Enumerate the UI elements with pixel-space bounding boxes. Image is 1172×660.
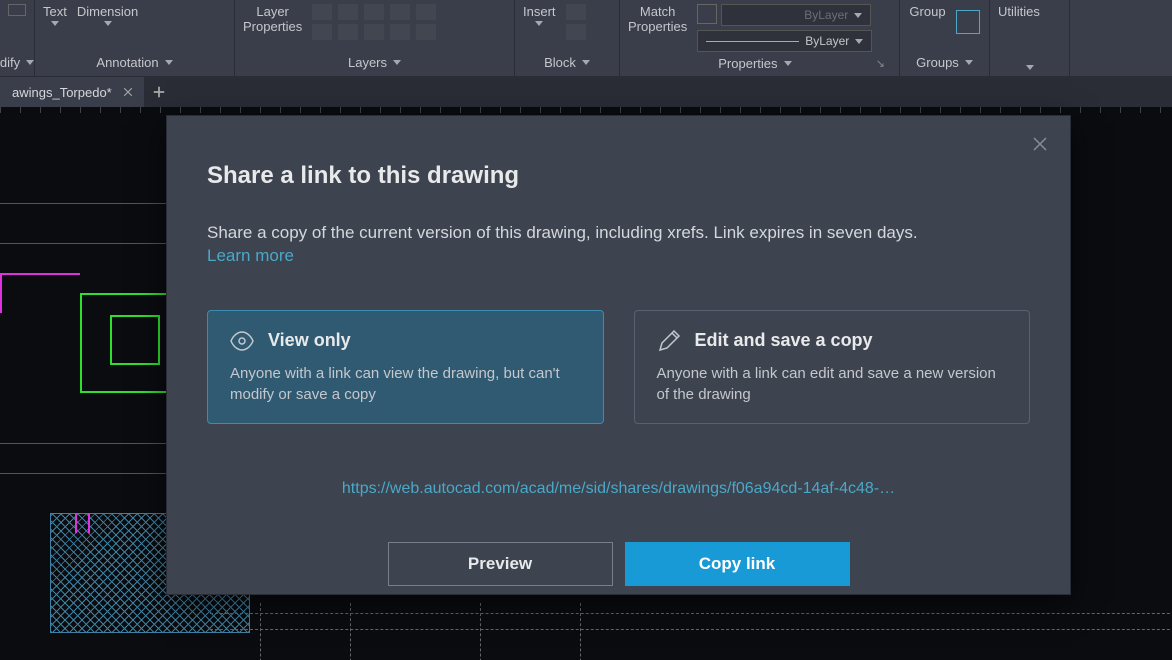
ribbon-panel-properties: Match Properties ByLayer ByLayer Propert…: [620, 0, 900, 76]
close-button[interactable]: [1030, 134, 1050, 154]
share-dialog: Share a link to this drawing Share a cop…: [166, 115, 1071, 595]
group-button[interactable]: Group: [909, 4, 945, 19]
text-button[interactable]: Text: [43, 4, 67, 26]
ribbon-panel-utilities: Utilities: [990, 0, 1070, 76]
chevron-down-icon: [854, 13, 862, 18]
layers-panel-label[interactable]: Layers: [243, 51, 506, 76]
view-only-option[interactable]: View only Anyone with a link can view th…: [207, 310, 604, 424]
groups-panel-label[interactable]: Groups: [908, 51, 981, 76]
edit-copy-option[interactable]: Edit and save a copy Anyone with a link …: [634, 310, 1031, 424]
utilities-label: Utilities: [998, 4, 1040, 19]
chevron-down-icon: [165, 60, 173, 65]
file-tab[interactable]: awings_Torpedo*: [0, 77, 144, 107]
match-properties-button[interactable]: Match Properties: [628, 4, 687, 34]
learn-more-link[interactable]: Learn more: [207, 246, 294, 265]
layer-tool-icons[interactable]: [312, 4, 438, 42]
dialog-description: Share a copy of the current version of t…: [207, 220, 1030, 246]
linetype-dropdown[interactable]: ByLayer: [697, 30, 872, 52]
ribbon-panel-modify: dify: [0, 0, 35, 76]
option-description: Anyone with a link can edit and save a n…: [657, 363, 1008, 405]
preview-button[interactable]: Preview: [388, 542, 613, 586]
eye-icon: [230, 329, 254, 353]
chevron-down-icon: [784, 61, 792, 66]
block-tool-icon[interactable]: [566, 24, 586, 40]
ribbon-panel-layers: Layer Properties Layers: [235, 0, 515, 76]
option-title: Edit and save a copy: [695, 330, 873, 351]
dialog-title: Share a link to this drawing: [207, 162, 1030, 190]
chevron-down-icon: [965, 60, 973, 65]
new-tab-button[interactable]: [144, 77, 174, 107]
share-options: View only Anyone with a link can view th…: [207, 310, 1030, 424]
properties-panel-label[interactable]: Properties ↘: [628, 52, 891, 77]
file-tab-bar: awings_Torpedo*: [0, 77, 1172, 107]
ribbon-panel-annotation: Text Dimension Annotation: [35, 0, 235, 76]
share-url[interactable]: https://web.autocad.com/acad/me/sid/shar…: [207, 480, 1030, 498]
chevron-down-icon: [51, 21, 59, 26]
ribbon-panel-groups: Group Groups: [900, 0, 990, 76]
file-tab-label: awings_Torpedo*: [12, 85, 112, 100]
option-description: Anyone with a link can view the drawing,…: [230, 363, 581, 405]
group-select-icon[interactable]: [956, 10, 980, 34]
close-icon[interactable]: [120, 84, 136, 100]
utilities-panel-label[interactable]: [998, 61, 1061, 76]
insert-button[interactable]: Insert: [523, 4, 556, 26]
modal-overlay: Share a link to this drawing Share a cop…: [0, 107, 1172, 660]
chevron-down-icon: [1026, 65, 1034, 70]
annotation-panel-label[interactable]: Annotation: [43, 51, 226, 76]
modify-icon[interactable]: [8, 4, 26, 16]
copy-link-button[interactable]: Copy link: [625, 542, 850, 586]
option-title: View only: [268, 330, 351, 351]
dialog-buttons: Preview Copy link: [207, 542, 1030, 586]
block-panel-label[interactable]: Block: [523, 51, 611, 76]
chevron-down-icon: [26, 60, 34, 65]
ribbon-panel-block: Insert Block: [515, 0, 620, 76]
color-swatch[interactable]: [697, 4, 717, 24]
chevron-down-icon: [535, 21, 543, 26]
chevron-down-icon: [393, 60, 401, 65]
bylayer-dropdown[interactable]: ByLayer: [721, 4, 871, 26]
pencil-icon: [657, 329, 681, 353]
chevron-down-icon: [855, 39, 863, 44]
dimension-button[interactable]: Dimension: [77, 4, 138, 26]
layer-properties-button[interactable]: Layer Properties: [243, 4, 302, 34]
chevron-down-icon: [104, 21, 112, 26]
chevron-down-icon: [582, 60, 590, 65]
ribbon-toolbar: dify Text Dimension Annotation Layer Pro…: [0, 0, 1172, 77]
block-tool-icon[interactable]: [566, 4, 586, 20]
modify-panel-label[interactable]: dify: [8, 51, 26, 76]
